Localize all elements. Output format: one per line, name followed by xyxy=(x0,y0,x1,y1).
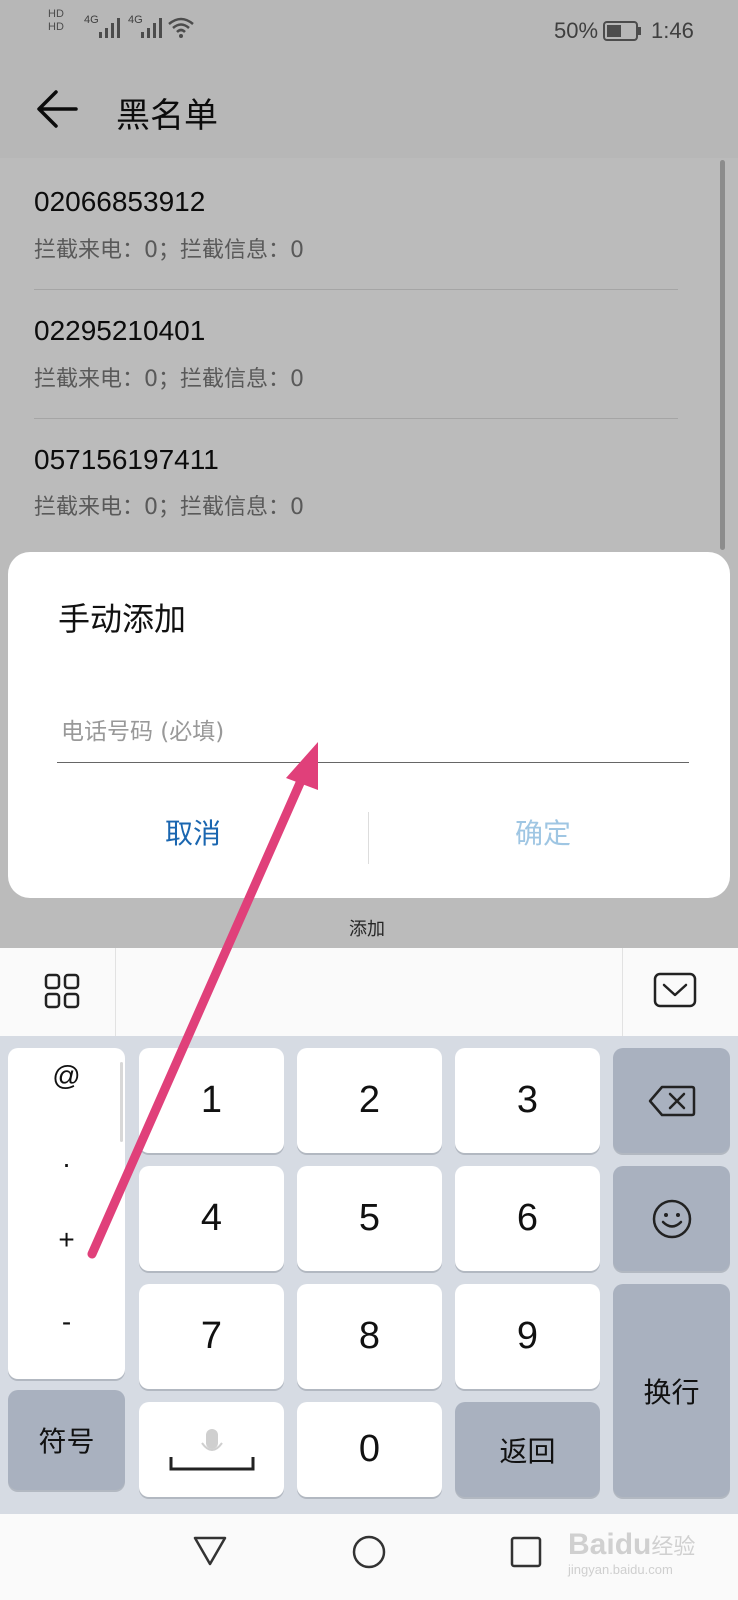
toolbar-divider xyxy=(115,948,116,1036)
key-dot[interactable]: . xyxy=(8,1142,125,1174)
button-divider xyxy=(368,812,369,864)
keyboard-toolbar xyxy=(0,948,738,1037)
backspace-key[interactable] xyxy=(613,1048,730,1153)
key-plus[interactable]: + xyxy=(8,1224,125,1256)
numeric-keyboard: @ . + - 符号 1 2 3 4 5 6 7 8 9 0 返回 换行 xyxy=(0,1036,738,1514)
backspace-icon xyxy=(648,1085,695,1116)
watermark-brand: Bai xyxy=(568,1528,615,1561)
key-at[interactable]: @ xyxy=(8,1060,125,1092)
hide-keyboard-icon[interactable] xyxy=(653,972,697,1008)
emoji-key[interactable] xyxy=(613,1166,730,1271)
enter-key[interactable]: 换行 xyxy=(613,1284,730,1497)
symbol-column[interactable]: @ . + - xyxy=(8,1048,125,1379)
key-8[interactable]: 8 xyxy=(297,1284,442,1389)
key-9[interactable]: 9 xyxy=(455,1284,600,1389)
emoji-icon xyxy=(652,1199,691,1238)
key-1[interactable]: 1 xyxy=(139,1048,284,1153)
nav-home-icon[interactable] xyxy=(351,1534,387,1570)
watermark-brand-2: du xyxy=(614,1528,652,1561)
dialog-title: 手动添加 xyxy=(58,600,187,638)
phone-number-input[interactable] xyxy=(57,702,689,763)
nav-recents-icon[interactable] xyxy=(510,1536,542,1568)
key-2[interactable]: 2 xyxy=(297,1048,442,1153)
navigation-bar: Baidu经验 jingyan.baidu.com xyxy=(0,1514,738,1600)
back-key[interactable]: 返回 xyxy=(455,1402,600,1497)
apps-grid-icon[interactable] xyxy=(44,973,80,1009)
key-7[interactable]: 7 xyxy=(139,1284,284,1389)
symbols-key[interactable]: 符号 xyxy=(8,1390,125,1490)
manual-add-dialog: 手动添加 取消 确定 xyxy=(8,552,730,898)
nav-back-icon[interactable] xyxy=(192,1534,228,1568)
toolbar-divider xyxy=(622,948,623,1036)
watermark-suffix: 经验 xyxy=(651,1535,696,1560)
key-minus[interactable]: - xyxy=(8,1306,125,1338)
cancel-button[interactable]: 取消 xyxy=(28,800,358,864)
confirm-button[interactable]: 确定 xyxy=(378,800,708,864)
microphone-icon xyxy=(169,1428,254,1470)
key-5[interactable]: 5 xyxy=(297,1166,442,1271)
key-4[interactable]: 4 xyxy=(139,1166,284,1271)
symbol-scrollbar xyxy=(120,1062,123,1142)
watermark-url: jingyan.baidu.com xyxy=(568,1562,673,1577)
voice-space-key[interactable] xyxy=(139,1402,284,1497)
key-6[interactable]: 6 xyxy=(455,1166,600,1271)
key-0[interactable]: 0 xyxy=(297,1402,442,1497)
key-3[interactable]: 3 xyxy=(455,1048,600,1153)
baidu-watermark: Baidu经验 jingyan.baidu.com xyxy=(568,1528,734,1590)
